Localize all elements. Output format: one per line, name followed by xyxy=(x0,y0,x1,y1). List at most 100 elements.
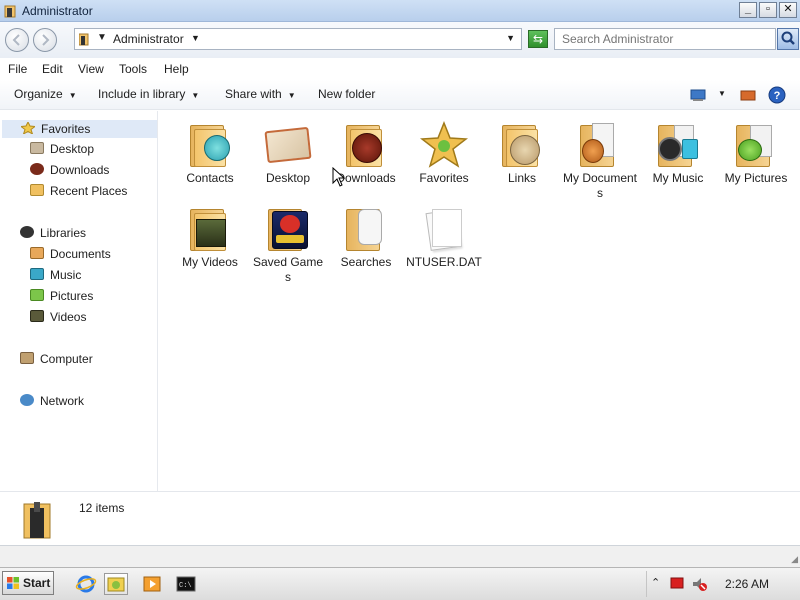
search-box[interactable] xyxy=(554,28,776,50)
address-history-dropdown-icon[interactable]: ▼ xyxy=(506,33,515,43)
favorites-star-icon xyxy=(419,120,469,169)
desktop-folder-icon xyxy=(264,121,312,169)
clock[interactable]: 2:26 AM xyxy=(725,577,769,591)
menu-file[interactable]: File xyxy=(8,62,27,76)
file-item-saved-games[interactable]: Saved Games xyxy=(250,205,326,285)
sidebar-item-favorites[interactable]: Favorites xyxy=(2,120,157,138)
sidebar-item-documents[interactable]: Documents xyxy=(30,247,111,265)
taskbar-windows-explorer[interactable] xyxy=(104,573,128,595)
file-item-my-music[interactable]: My Music xyxy=(640,121,716,186)
svg-text:?: ? xyxy=(774,90,781,102)
taskbar-command-prompt[interactable]: C:\ xyxy=(174,573,198,595)
sidebar-item-libraries[interactable]: Libraries xyxy=(20,226,86,244)
network-icon xyxy=(20,394,34,406)
item-count: 12 items xyxy=(79,501,125,515)
sidebar-item-label: Network xyxy=(40,394,85,408)
file-item-my-pictures[interactable]: My Pictures xyxy=(718,121,794,186)
my-music-folder-icon xyxy=(654,121,702,169)
resize-grip-icon[interactable]: ◢ xyxy=(791,554,798,565)
window-title: Administrator xyxy=(22,4,93,18)
view-options-dropdown-icon[interactable]: ▼ xyxy=(718,89,726,98)
menu-view[interactable]: View xyxy=(78,62,104,76)
share-with-label: Share with xyxy=(225,87,282,101)
file-item-contacts[interactable]: Contacts xyxy=(172,121,248,186)
sidebar-item-label: Videos xyxy=(50,310,87,324)
include-in-library-button[interactable]: Include in library ▼ xyxy=(98,87,199,101)
menu-bar: File Edit View Tools Help xyxy=(0,58,800,80)
breadcrumb-chevron-icon[interactable]: ▼ xyxy=(191,33,200,43)
explorer-folder-icon xyxy=(107,577,125,592)
pictures-icon xyxy=(30,289,44,301)
user-folder-icon xyxy=(4,5,16,18)
sidebar-item-label: Music xyxy=(50,268,82,282)
file-item-label: NTUSER.DAT xyxy=(406,255,482,269)
file-item-desktop[interactable]: Desktop xyxy=(250,121,326,186)
file-item-label: Favorites xyxy=(419,171,469,185)
file-item-searches[interactable]: Searches xyxy=(328,205,404,270)
help-icon[interactable]: ? xyxy=(768,86,786,104)
my-videos-folder-icon xyxy=(186,205,234,253)
sidebar-item-network[interactable]: Network xyxy=(20,394,84,412)
media-player-icon xyxy=(143,576,161,592)
my-documents-folder-icon xyxy=(576,121,624,169)
organize-button[interactable]: Organize ▼ xyxy=(14,87,77,101)
file-item-label: Desktop xyxy=(265,171,311,185)
forward-button[interactable] xyxy=(33,28,57,52)
internet-explorer-icon xyxy=(75,575,97,593)
status-bar: ◢ xyxy=(0,545,800,567)
refresh-button[interactable]: ⇆ xyxy=(528,30,548,48)
taskbar-media-player[interactable] xyxy=(140,573,164,595)
search-icon xyxy=(781,31,795,45)
searches-folder-icon xyxy=(342,205,390,253)
sidebar-item-computer[interactable]: Computer xyxy=(20,352,93,370)
details-pane: 12 items xyxy=(0,491,800,545)
breadcrumb-administrator[interactable]: Administrator xyxy=(113,32,184,46)
show-hidden-icons-icon[interactable]: ⌃ xyxy=(651,576,660,589)
file-item-label: My Videos xyxy=(182,255,238,269)
sidebar-item-desktop[interactable]: Desktop xyxy=(30,142,94,160)
close-button[interactable]: ✕ xyxy=(779,2,797,18)
downloads-icon xyxy=(30,163,44,175)
volume-muted-icon[interactable] xyxy=(691,576,707,592)
menu-edit[interactable]: Edit xyxy=(42,62,63,76)
search-button[interactable] xyxy=(777,28,799,50)
address-bar[interactable]: ▼ Administrator ▼ ▼ xyxy=(74,28,522,50)
action-center-icon[interactable] xyxy=(669,576,685,590)
generic-file-icon xyxy=(420,205,468,253)
maximize-button[interactable]: ▫ xyxy=(759,2,777,18)
file-item-label: Saved Games xyxy=(252,255,324,284)
file-item-my-videos[interactable]: My Videos xyxy=(172,205,248,270)
file-item-label: Links xyxy=(507,171,536,185)
sidebar-item-label: Computer xyxy=(40,352,93,366)
organize-label: Organize xyxy=(14,87,63,101)
sidebar-item-pictures[interactable]: Pictures xyxy=(30,289,93,307)
sidebar-item-label: Downloads xyxy=(50,163,110,177)
sidebar-item-recent-places[interactable]: Recent Places xyxy=(30,184,127,202)
taskbar-internet-explorer[interactable] xyxy=(74,573,98,595)
search-input[interactable] xyxy=(555,29,765,49)
contacts-folder-icon xyxy=(186,121,234,169)
start-button[interactable]: Start xyxy=(2,571,54,595)
libraries-icon xyxy=(20,226,34,238)
share-with-button[interactable]: Share with ▼ xyxy=(225,87,296,101)
menu-tools[interactable]: Tools xyxy=(119,62,147,76)
change-view-icon[interactable] xyxy=(690,88,706,102)
breadcrumb-separator-icon[interactable]: ▼ xyxy=(97,32,107,43)
sidebar-item-label: Documents xyxy=(50,247,111,261)
file-item-ntuser-dat[interactable]: NTUSER.DAT xyxy=(406,205,482,270)
desktop-icon xyxy=(30,142,44,154)
videos-icon xyxy=(30,310,44,322)
back-button[interactable] xyxy=(5,28,29,52)
sidebar-item-label: Libraries xyxy=(40,226,87,240)
file-item-links[interactable]: Links xyxy=(484,121,560,186)
sidebar-item-videos[interactable]: Videos xyxy=(30,310,86,328)
sidebar-item-label: Pictures xyxy=(50,289,94,303)
preview-pane-icon[interactable] xyxy=(740,88,756,102)
minimize-button[interactable]: _ xyxy=(739,2,757,18)
sidebar-item-music[interactable]: Music xyxy=(30,268,81,286)
file-item-favorites[interactable]: Favorites xyxy=(406,120,482,186)
sidebar-item-downloads[interactable]: Downloads xyxy=(30,163,109,181)
new-folder-button[interactable]: New folder xyxy=(318,87,375,101)
file-item-my-documents[interactable]: My Documents xyxy=(562,121,638,201)
menu-help[interactable]: Help xyxy=(164,62,189,76)
